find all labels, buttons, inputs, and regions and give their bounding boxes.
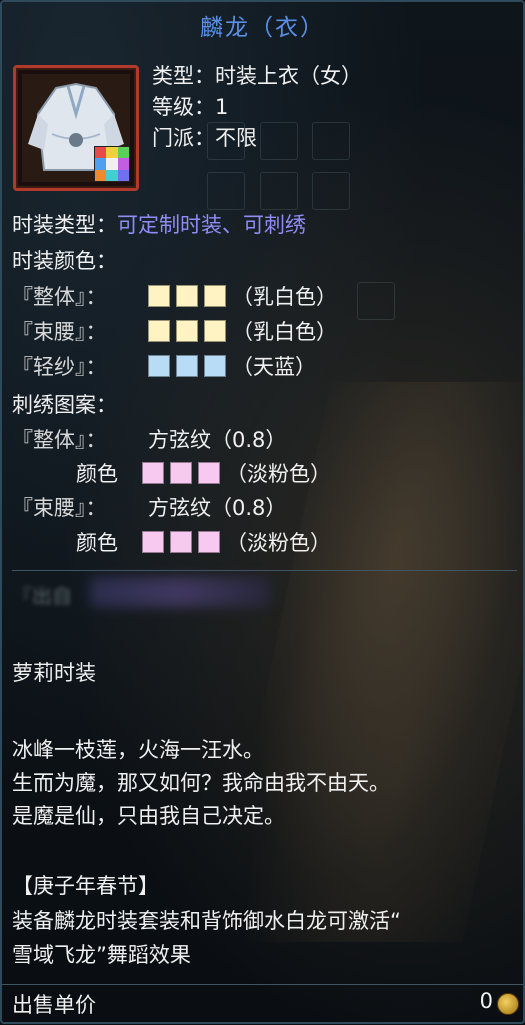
item-tooltip: 麟龙（衣） 类型：时装上衣（女） 等级：1 门派：不限 时装类型： 可定制时装、…: [0, 0, 525, 1024]
color-swatch: [148, 285, 170, 307]
color-swatch: [198, 531, 220, 553]
event-title: 【庚子年春节】: [12, 874, 159, 898]
bg-slot: [312, 172, 350, 210]
palette-cell: [95, 147, 107, 159]
fashion-type-label: 时装类型：: [12, 213, 117, 237]
embroidery-color-row: 颜色 （淡粉色）: [76, 458, 331, 488]
lore-line: 冰峰一枝莲，火海一汪水。: [12, 738, 264, 762]
item-title: 麟龙（衣）: [200, 15, 325, 41]
palette-cell: [117, 147, 129, 159]
color-swatch: [176, 285, 198, 307]
bg-slot: [357, 282, 395, 320]
fashion-color-label: 时装颜色：: [12, 249, 117, 273]
event-line: 装备麟龙时装套装和背饰御水白龙可激活“: [12, 909, 401, 933]
palette-cell: [106, 158, 118, 170]
palette-cell: [95, 158, 107, 170]
color-swatch: [204, 285, 226, 307]
bg-slot: [312, 122, 350, 160]
palette-cell: [106, 169, 118, 181]
coin-icon: [497, 993, 519, 1015]
color-name: （淡粉色）: [226, 531, 331, 555]
item-type: 类型：时装上衣（女）: [152, 64, 362, 88]
palette-cell: [117, 169, 129, 181]
category-tag: 萝莉时装: [12, 661, 96, 685]
bg-slot: [207, 172, 245, 210]
color-swatch: [142, 531, 164, 553]
color-name: （乳白色）: [232, 285, 337, 309]
blurred-source-text: 『出自: [12, 584, 72, 608]
embroidery-pattern: 方弦纹（0.8）: [148, 428, 287, 452]
sell-price-bar: 出售单价 0: [2, 984, 523, 1025]
bg-slot: [260, 172, 298, 210]
blurred-source-bar: [90, 577, 270, 607]
bg-slot: [260, 122, 298, 160]
color-swatch: [176, 355, 198, 377]
fashion-type-value: 可定制时装、可刺绣: [117, 213, 306, 237]
embroidery-row-waist: 『束腰』： 方弦纹（0.8）: [12, 492, 286, 522]
sell-price-label: 出售单价: [12, 993, 96, 1017]
embroidery-part: 『束腰』：: [12, 496, 107, 520]
color-name: （天蓝）: [232, 355, 316, 379]
color-swatch: [170, 462, 192, 484]
embroidery-color-label: 颜色: [76, 462, 118, 486]
color-part: 『轻纱』：: [12, 355, 107, 379]
fashion-type-row: 时装类型： 可定制时装、可刺绣: [12, 209, 306, 239]
color-swatch: [142, 462, 164, 484]
embroidery-label: 刺绣图案：: [12, 393, 117, 417]
embroidery-part: 『整体』：: [12, 428, 107, 452]
embroidery-color-row: 颜色 （淡粉色）: [76, 527, 331, 557]
color-row-waist: 『束腰』： （乳白色）: [12, 316, 337, 346]
color-row-gauze: 『轻纱』： （天蓝）: [12, 351, 316, 381]
color-swatch: [204, 355, 226, 377]
color-swatch: [170, 531, 192, 553]
color-row-overall: 『整体』： （乳白色）: [12, 281, 337, 311]
palette-icon: [94, 146, 130, 182]
item-level: 等级：1: [152, 95, 229, 119]
color-swatch: [176, 320, 198, 342]
item-faction: 门派：不限: [152, 126, 257, 150]
palette-cell: [106, 147, 118, 159]
color-part: 『整体』：: [12, 285, 107, 309]
color-name: （乳白色）: [232, 320, 337, 344]
embroidery-color-label: 颜色: [76, 531, 118, 555]
palette-cell: [95, 169, 107, 181]
color-swatch: [204, 320, 226, 342]
lore-line: 是魔是仙，只由我自己决定。: [12, 804, 285, 828]
color-swatch: [198, 462, 220, 484]
color-swatch: [148, 320, 170, 342]
embroidery-pattern: 方弦纹（0.8）: [148, 496, 287, 520]
color-part: 『束腰』：: [12, 320, 107, 344]
color-name: （淡粉色）: [226, 462, 331, 486]
palette-cell: [117, 158, 129, 170]
embroidery-row-overall: 『整体』： 方弦纹（0.8）: [12, 424, 286, 454]
lore-line: 生而为魔，那又如何？我命由我不由天。: [12, 771, 390, 795]
item-icon[interactable]: [13, 65, 139, 191]
color-swatch: [148, 355, 170, 377]
event-line: 雪域飞龙”舞蹈效果: [12, 943, 191, 967]
sell-price-value: 0: [479, 989, 493, 1013]
divider: [12, 570, 517, 571]
